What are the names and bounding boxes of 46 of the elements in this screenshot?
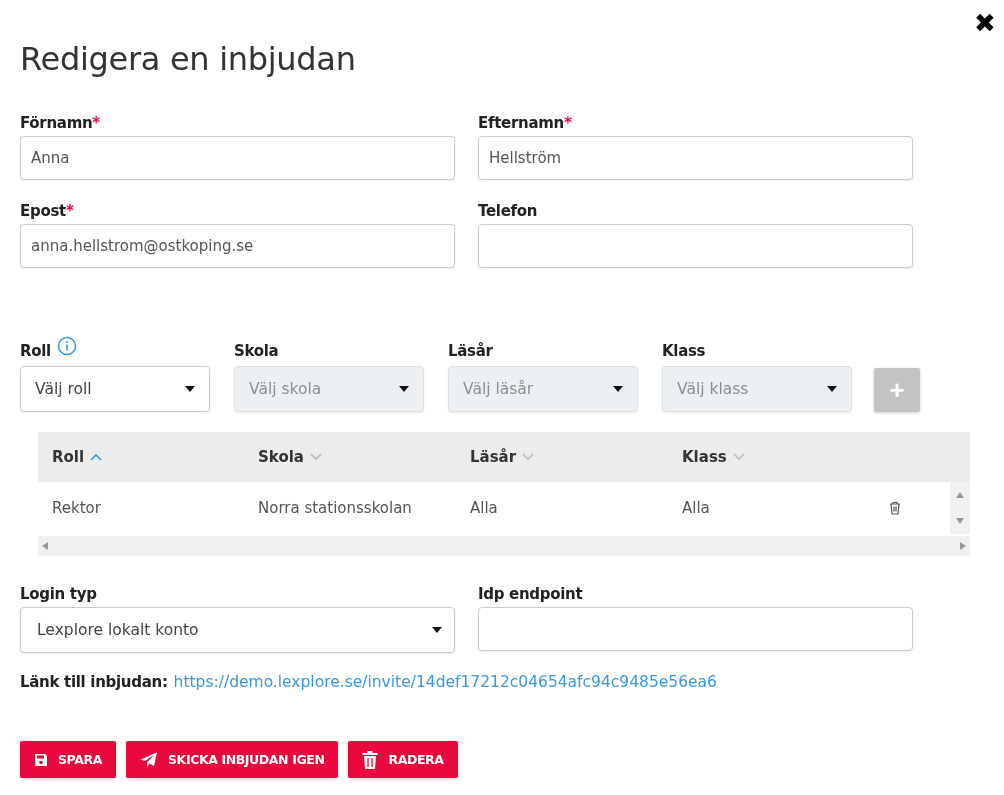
horizontal-scrollbar[interactable] bbox=[38, 536, 970, 556]
caret-icon bbox=[432, 627, 442, 633]
field-label: Läsår bbox=[448, 342, 493, 360]
scroll-up-icon[interactable] bbox=[956, 492, 964, 498]
text-field[interactable]: Anna bbox=[20, 136, 455, 180]
column-header[interactable]: Läsår bbox=[456, 448, 668, 466]
text-field[interactable] bbox=[478, 224, 913, 268]
table-cell-text: Norra stationsskolan bbox=[257, 499, 413, 517]
text-field[interactable]: Hellström bbox=[478, 136, 913, 180]
caret-icon bbox=[185, 386, 195, 392]
text-field[interactable] bbox=[478, 607, 913, 651]
link-label: Länk till inbjudan: bbox=[20, 673, 168, 691]
send-button[interactable]: SKICKA INBJUDAN IGEN bbox=[126, 741, 339, 778]
field-label: Förnamn* bbox=[20, 114, 101, 132]
text-field[interactable]: anna.hellstrom@ostkoping.se bbox=[20, 224, 455, 268]
table-cell-text: Rektor bbox=[51, 499, 102, 517]
delete-button[interactable]: RADERA bbox=[348, 741, 458, 778]
select-dropdown[interactable]: Lexplore lokalt konto bbox=[20, 607, 455, 653]
table-cell-text: Alla bbox=[681, 499, 711, 517]
close-button[interactable]: ✖ bbox=[974, 10, 996, 36]
scroll-left-icon[interactable] bbox=[42, 542, 48, 550]
field-label: Login typ bbox=[20, 585, 98, 603]
select-dropdown[interactable]: Välj roll bbox=[20, 366, 210, 412]
column-header[interactable]: Skola bbox=[244, 448, 456, 466]
trash-icon bbox=[362, 750, 379, 769]
scroll-down-icon[interactable] bbox=[956, 518, 964, 524]
field-label: Roll bbox=[20, 342, 51, 360]
save-button[interactable]: SPARA bbox=[20, 741, 116, 778]
vertical-scrollbar[interactable] bbox=[950, 482, 970, 534]
field-label: Epost* bbox=[20, 202, 75, 220]
caret-icon bbox=[827, 386, 837, 392]
field-label: Idp endpoint bbox=[478, 585, 584, 603]
field-label: Klass bbox=[662, 342, 706, 360]
table-cell-text: Alla bbox=[469, 499, 499, 517]
column-header[interactable]: Klass bbox=[668, 448, 860, 466]
field-label: Telefon bbox=[478, 202, 539, 220]
info-icon[interactable] bbox=[56, 336, 77, 356]
trash-icon[interactable] bbox=[889, 501, 901, 515]
scroll-right-icon[interactable] bbox=[960, 542, 966, 550]
dialog-title: Redigera en inbjudan bbox=[20, 40, 357, 78]
column-header[interactable]: Roll bbox=[38, 448, 244, 466]
caret-icon bbox=[613, 386, 623, 392]
caret-icon bbox=[399, 386, 409, 392]
paper-plane-icon bbox=[140, 751, 158, 768]
field-label: Efternamn* bbox=[478, 114, 573, 132]
field-label: Skola bbox=[234, 342, 279, 360]
